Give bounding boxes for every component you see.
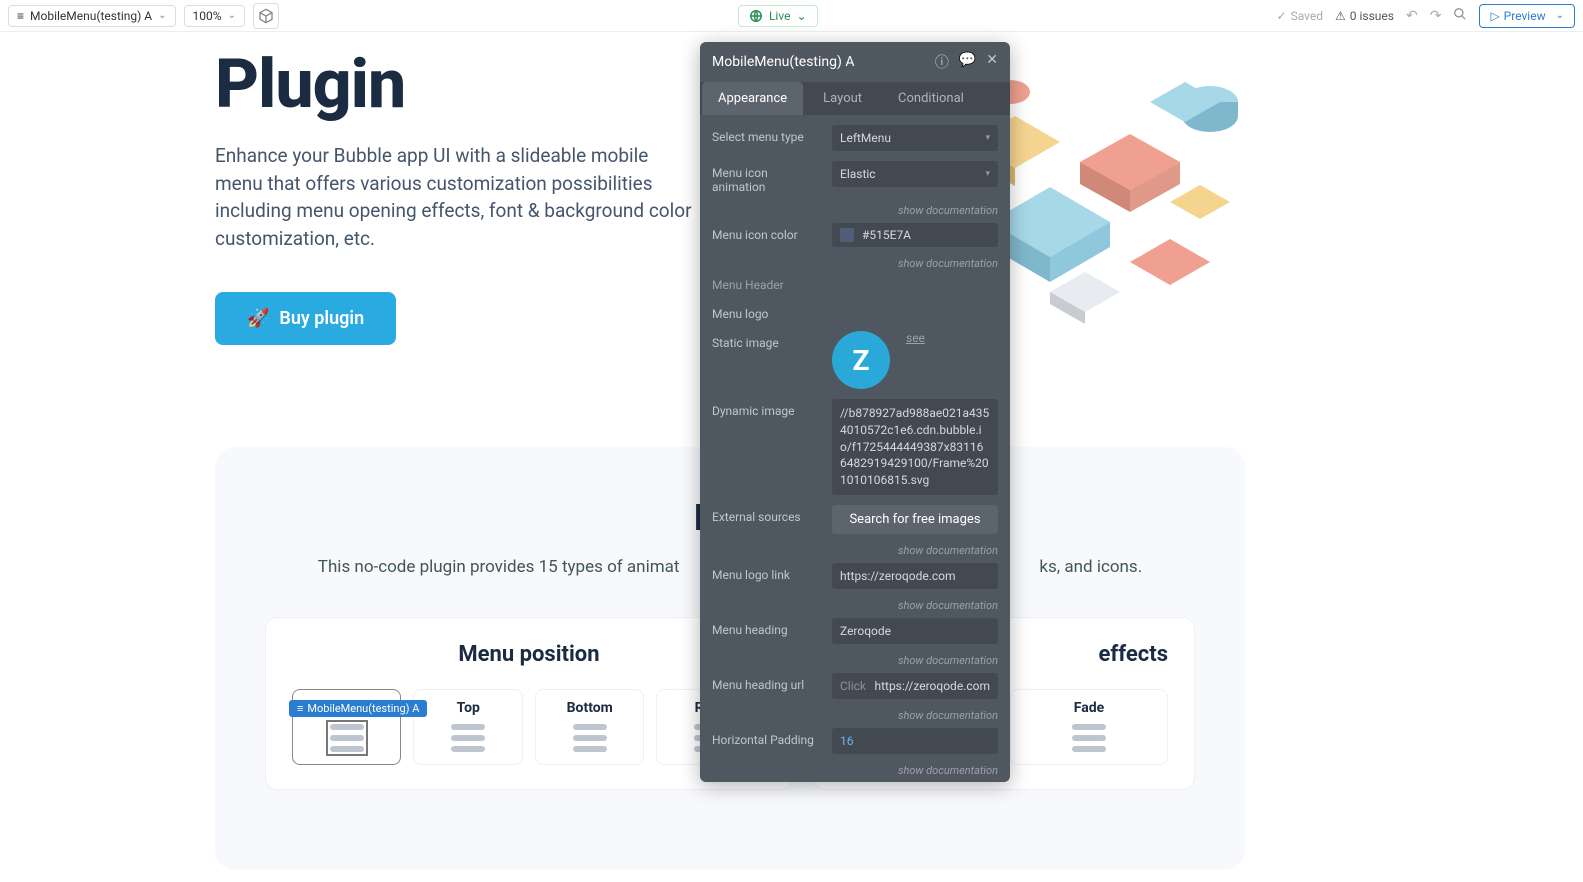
hero-description: Enhance your Bubble app UI with a slidea… xyxy=(215,142,695,252)
menu-header-section: Menu Header xyxy=(712,278,998,292)
hamburger-icon xyxy=(573,724,607,752)
rocket-icon: 🚀 xyxy=(247,308,269,329)
show-documentation-link[interactable]: show documentation xyxy=(712,599,998,612)
comment-icon[interactable]: 💬 xyxy=(959,52,976,72)
panel-tabs: Appearance Layout Conditional xyxy=(700,82,1010,115)
chevron-down-icon: ⌄ xyxy=(228,10,236,21)
chevron-down-icon: ⌄ xyxy=(796,9,806,23)
play-icon: ▷ xyxy=(1490,9,1499,23)
position-card-top[interactable]: Top xyxy=(413,689,522,765)
hamburger-icon xyxy=(451,724,485,752)
hamburger-icon: ≡ xyxy=(17,9,24,23)
close-icon[interactable]: ✕ xyxy=(986,52,998,72)
undo-button[interactable]: ↶ xyxy=(1406,8,1418,24)
position-card-left[interactable]: ≡ MobileMenu(testing) A Left xyxy=(292,689,401,765)
menu-icon-anim-dropdown[interactable]: Elastic▾ xyxy=(832,161,998,187)
menu-heading-url-input[interactable]: Clickhttps://zeroqode.com xyxy=(832,673,998,699)
chevron-down-icon: ▾ xyxy=(985,133,990,143)
h-padding-input[interactable]: 16 xyxy=(832,728,998,754)
search-button[interactable] xyxy=(1453,7,1467,25)
panel-body: Select menu type LeftMenu▾ Menu icon ani… xyxy=(700,115,1010,775)
hamburger-icon xyxy=(1072,724,1106,752)
h-padding-label: Horizontal Padding xyxy=(712,728,824,747)
dynamic-image-label: Dynamic image xyxy=(712,399,824,418)
tab-layout[interactable]: Layout xyxy=(807,82,878,115)
buy-plugin-button[interactable]: 🚀 Buy plugin xyxy=(215,292,396,345)
see-link[interactable]: see xyxy=(906,331,925,345)
menu-logo-label: Menu logo xyxy=(712,302,998,321)
property-panel: MobileMenu(testing) A ⓘ 💬 ✕ Appearance L… xyxy=(700,42,1010,782)
element-tag[interactable]: ≡ MobileMenu(testing) A xyxy=(289,700,427,717)
hero-title: Plugin xyxy=(215,44,405,124)
menu-icon-anim-label: Menu icon animation xyxy=(712,161,824,194)
search-free-images-button[interactable]: Search for free images xyxy=(832,505,998,534)
menu-heading-input[interactable]: Zeroqode xyxy=(832,618,998,644)
issues-button[interactable]: ⚠ 0 issues xyxy=(1335,9,1394,23)
menu-icon-color-label: Menu icon color xyxy=(712,223,824,242)
show-documentation-link[interactable]: show documentation xyxy=(712,544,998,557)
show-documentation-link[interactable]: show documentation xyxy=(712,709,998,722)
logo-preview[interactable]: Z xyxy=(832,331,890,389)
info-icon[interactable]: ⓘ xyxy=(935,52,949,72)
warning-icon: ⚠ xyxy=(1335,9,1346,23)
select-menu-type-label: Select menu type xyxy=(712,125,824,144)
show-documentation-link[interactable]: show documentation xyxy=(712,257,998,270)
tab-appearance[interactable]: Appearance xyxy=(702,82,803,115)
environment-dropdown[interactable]: Live ⌄ xyxy=(738,5,818,27)
chevron-down-icon: ⌄ xyxy=(1556,10,1564,21)
hamburger-icon: ≡ xyxy=(297,702,303,715)
chevron-down-icon: ⌄ xyxy=(158,10,166,21)
hamburger-icon xyxy=(330,724,364,752)
element-selector-dropdown[interactable]: ≡ MobileMenu(testing) A ⌄ xyxy=(8,5,176,27)
top-toolbar: ≡ MobileMenu(testing) A ⌄ 100% ⌄ Live ⌄ … xyxy=(0,0,1583,32)
cube-icon-button[interactable] xyxy=(253,3,279,29)
redo-button[interactable]: ↷ xyxy=(1430,8,1442,24)
tab-conditional[interactable]: Conditional xyxy=(882,82,980,115)
external-sources-label: External sources xyxy=(712,505,824,524)
position-card-bottom[interactable]: Bottom xyxy=(535,689,644,765)
select-menu-type-dropdown[interactable]: LeftMenu▾ xyxy=(832,125,998,151)
show-documentation-link[interactable]: show documentation xyxy=(712,204,998,217)
static-image-label: Static image xyxy=(712,331,824,350)
zoom-dropdown[interactable]: 100% ⌄ xyxy=(184,5,245,27)
menu-logo-link-label: Menu logo link xyxy=(712,563,824,582)
menu-heading-url-label: Menu heading url xyxy=(712,673,824,692)
menu-icon-color-input[interactable]: #515E7A xyxy=(832,223,998,247)
preview-button[interactable]: ▷ Preview ⌄ xyxy=(1479,4,1575,28)
dynamic-image-input[interactable]: //b878927ad988ae021a4354010572c1e6.cdn.b… xyxy=(832,399,998,495)
menu-heading-label: Menu heading xyxy=(712,618,824,637)
show-documentation-link[interactable]: show documentation xyxy=(712,764,998,775)
panel-title: MobileMenu(testing) A xyxy=(712,54,854,70)
chevron-down-icon: ▾ xyxy=(985,169,990,179)
show-documentation-link[interactable]: show documentation xyxy=(712,654,998,667)
effect-card-fade[interactable]: Fade xyxy=(1010,689,1168,765)
menu-logo-link-input[interactable]: https://zeroqode.com xyxy=(832,563,998,589)
